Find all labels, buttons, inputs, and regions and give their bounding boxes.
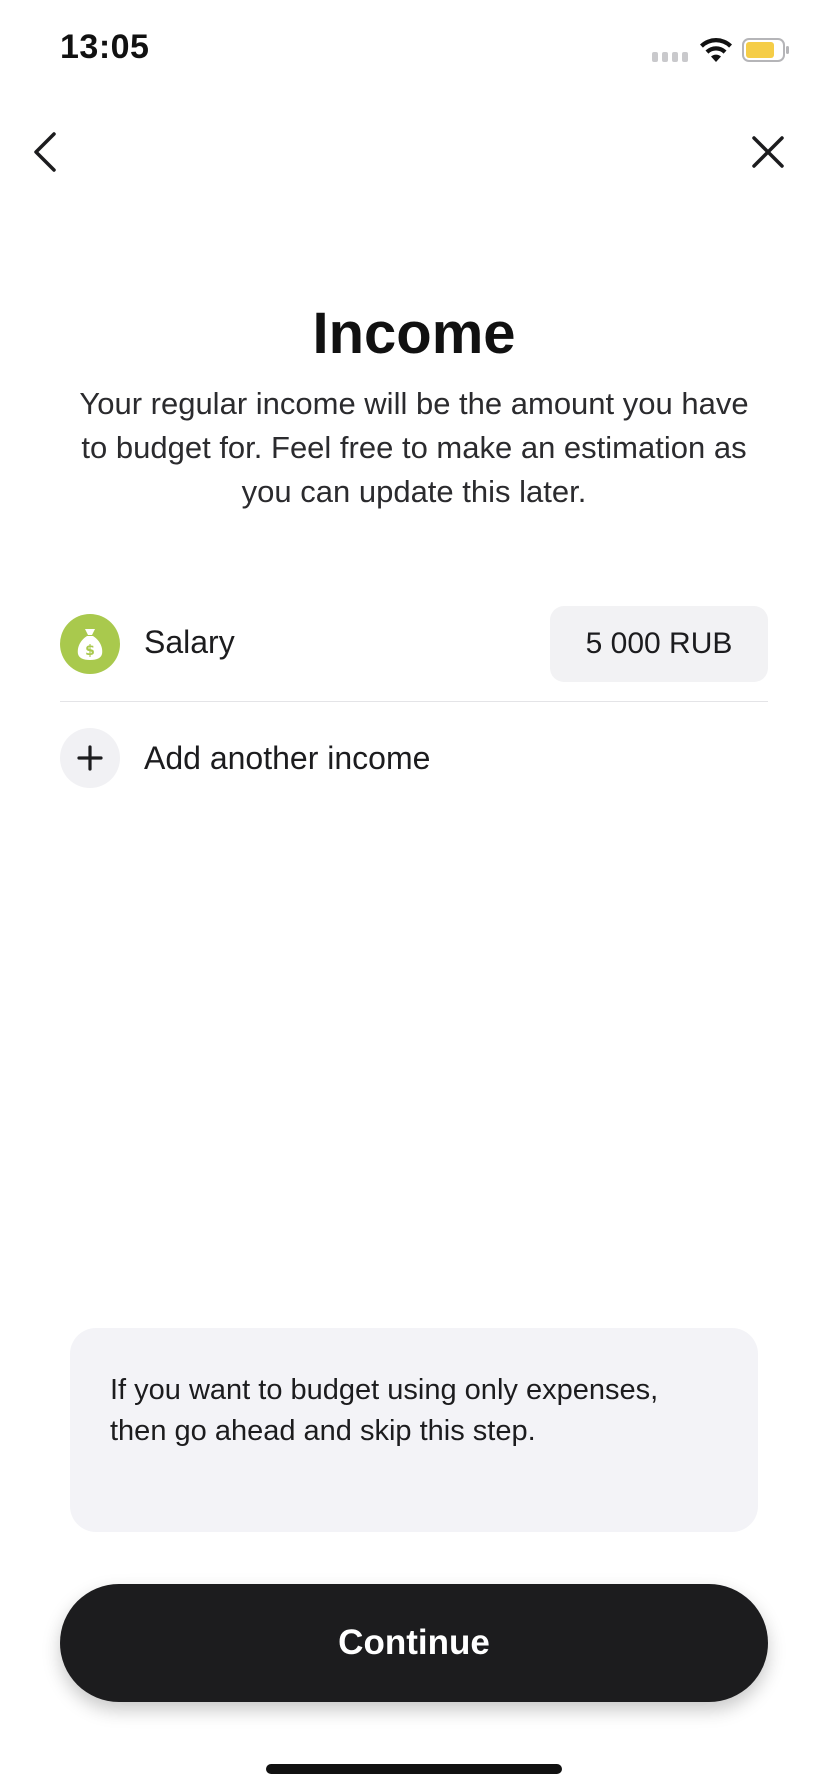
close-button[interactable] — [744, 130, 792, 178]
svg-text:$: $ — [85, 643, 95, 659]
battery-icon — [742, 38, 790, 62]
back-button[interactable] — [20, 130, 68, 178]
wifi-icon — [698, 36, 734, 64]
add-income-label: Add another income — [144, 740, 431, 776]
close-icon — [750, 134, 786, 175]
income-item-salary[interactable]: $ Salary 5 000 RUB — [60, 606, 768, 684]
page-subtitle: Your regular income will be the amount y… — [79, 386, 749, 509]
continue-button[interactable]: Continue — [60, 1584, 768, 1702]
status-bar: 13:05 — [0, 0, 828, 100]
divider — [60, 701, 768, 702]
page-title: Income — [312, 301, 516, 366]
info-text: If you want to budget using only expense… — [110, 1374, 659, 1447]
info-card: If you want to budget using only expense… — [70, 1328, 758, 1532]
income-amount-field[interactable]: 5 000 RUB — [550, 606, 768, 682]
income-label: Salary — [144, 624, 235, 660]
money-bag-icon: $ — [60, 614, 120, 674]
cellular-signal-icon — [652, 52, 692, 62]
plus-icon — [60, 728, 120, 788]
home-indicator — [266, 1764, 562, 1774]
add-income-button[interactable]: Add another income — [60, 728, 768, 790]
status-time: 13:05 — [60, 28, 150, 66]
chevron-left-icon — [30, 130, 58, 179]
